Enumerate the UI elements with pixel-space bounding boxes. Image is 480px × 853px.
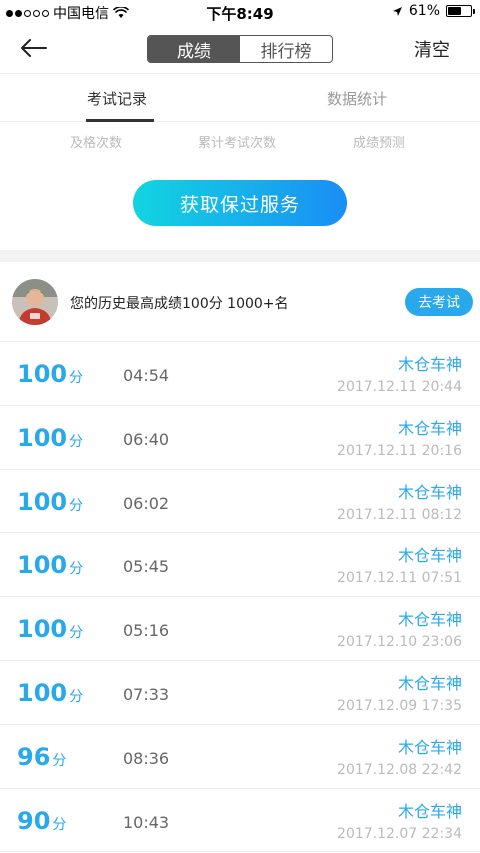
record-score: 100 分	[17, 551, 83, 579]
score-unit: 分	[69, 370, 84, 386]
record-rank-title: 木仓车神	[397, 482, 462, 502]
list-item[interactable]: 100 分 06:40 木仓车神 2017.12.11 20:16	[0, 406, 480, 470]
stat-score-prediction-label: 成绩预测	[353, 136, 406, 151]
status-bar: 中国电信 下午8:49 61%	[0, 0, 480, 24]
record-duration: 05:16	[123, 621, 170, 641]
record-score: 100 分	[17, 679, 83, 707]
score-unit: 分	[69, 688, 84, 705]
segment-scores[interactable]: 成绩	[148, 36, 240, 62]
record-score: 96 分	[17, 743, 66, 771]
back-button[interactable]	[18, 34, 50, 62]
score-value: 100	[17, 551, 68, 580]
avatar-image	[12, 279, 58, 325]
record-duration: 08:36	[123, 748, 170, 768]
clear-button[interactable]: 清空	[414, 36, 450, 62]
list-item[interactable]: 100 分 05:16 木仓车神 2017.12.10 23:06	[0, 597, 480, 661]
record-rank-title: 木仓车神	[397, 418, 462, 438]
active-tab-indicator	[86, 119, 154, 122]
record-rank-title: 木仓车神	[397, 610, 462, 630]
record-score: 100 分	[17, 424, 83, 452]
tab-exam-records[interactable]: 考试记录	[87, 88, 147, 109]
list-item[interactable]: 100 分 06:02 木仓车神 2017.12.11 08:12	[0, 470, 480, 534]
record-duration: 06:40	[123, 429, 170, 449]
avatar	[12, 279, 58, 325]
segment-leaderboard[interactable]: 排行榜	[240, 36, 332, 62]
best-score-row: 您的历史最高成绩100分 1000+名 去考试	[0, 262, 480, 342]
segmented-control: 成绩 排行榜	[147, 35, 333, 63]
list-item[interactable]: 100 分 07:33 木仓车神 2017.12.09 17:35	[0, 661, 480, 725]
record-rank-title: 木仓车神	[397, 546, 462, 566]
list-item[interactable]: 96 分 08:36 木仓车神 2017.12.08 22:42	[0, 725, 480, 789]
list-item[interactable]: 100 分 05:45 木仓车神 2017.12.11 07:51	[0, 533, 480, 598]
score-unit: 分	[69, 561, 84, 578]
battery-level	[448, 7, 462, 15]
score-value: 100	[17, 423, 68, 452]
status-right: 61%	[392, 3, 475, 19]
battery-percent: 61%	[408, 3, 440, 19]
record-rank-title: 木仓车神	[397, 355, 462, 374]
record-datetime: 2017.12.11 07:51	[337, 570, 462, 587]
score-unit: 分	[52, 816, 67, 833]
go-exam-button[interactable]: 去考试	[405, 288, 473, 316]
best-score-text: 您的历史最高成绩100分 1000+名	[70, 296, 289, 312]
record-datetime: 2017.12.08 22:42	[337, 761, 462, 778]
back-arrow-icon	[21, 39, 47, 57]
record-datetime: 2017.12.11 08:12	[337, 506, 462, 523]
record-datetime: 2017.12.07 22:34	[337, 825, 462, 842]
record-score: 90 分	[17, 807, 66, 835]
get-pass-service-button[interactable]: 获取保过服务	[133, 180, 347, 226]
record-duration: 07:33	[123, 684, 170, 704]
nav-bar: 成绩 排行榜 清空	[0, 24, 480, 74]
stats-labels: 及格次数 累计考试次数 成绩预测	[0, 132, 480, 152]
score-unit: 分	[69, 433, 84, 450]
record-datetime: 2017.12.10 23:06	[337, 634, 462, 651]
record-score: 100 分	[17, 615, 83, 643]
record-duration: 05:45	[123, 557, 170, 577]
exam-records-list: 100 分 04:54 木仓车神 2017.12.11 20:44 100 分 06:40 木仓…	[0, 342, 480, 853]
score-unit: 分	[69, 625, 84, 642]
score-unit: 分	[52, 752, 67, 769]
record-datetime: 2017.12.11 20:16	[337, 442, 462, 459]
record-score: 100 分	[17, 488, 83, 516]
record-duration: 10:43	[123, 812, 170, 832]
score-value: 90	[17, 806, 51, 835]
location-arrow-icon	[392, 6, 402, 16]
score-value: 100	[17, 487, 68, 516]
score-unit: 分	[69, 497, 84, 514]
stat-pass-count-label: 及格次数	[70, 136, 123, 151]
record-rank-title: 木仓车神	[397, 737, 462, 757]
record-duration: 06:02	[123, 493, 170, 513]
record-datetime: 2017.12.11 20:44	[337, 379, 462, 395]
record-duration: 04:54	[123, 366, 170, 385]
battery-icon	[446, 5, 475, 17]
record-rank-title: 木仓车神	[397, 673, 462, 693]
list-item[interactable]: 100 分 04:54 木仓车神 2017.12.11 20:44	[0, 342, 480, 406]
stat-total-exams-label: 累计考试次数	[198, 136, 277, 151]
tab-data-statistics[interactable]: 数据统计	[327, 88, 387, 109]
record-score: 100 分	[17, 360, 83, 388]
score-value: 96	[17, 742, 51, 771]
record-datetime: 2017.12.09 17:35	[337, 697, 462, 714]
section-divider	[0, 250, 480, 262]
list-item[interactable]: 90 分 10:43 木仓车神 2017.12.07 22:34	[0, 789, 480, 853]
tab-bar: 考试记录 数据统计	[0, 74, 480, 122]
score-value: 100	[17, 360, 68, 388]
score-value: 100	[17, 615, 68, 644]
score-value: 100	[17, 678, 68, 707]
record-rank-title: 木仓车神	[397, 801, 462, 821]
